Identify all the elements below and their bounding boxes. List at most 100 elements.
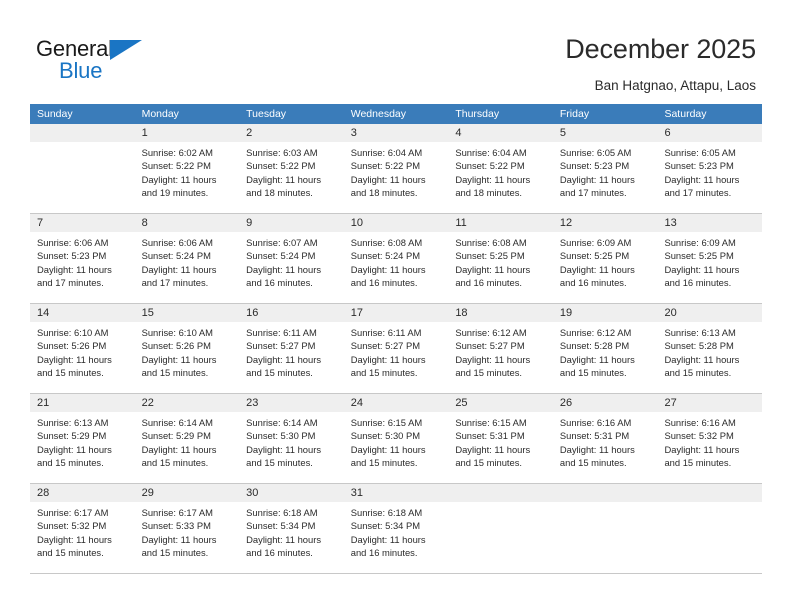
sunrise-time: Sunrise: 6:08 AM [350, 237, 423, 248]
daylight-duration-line2: and 15 minutes. [37, 456, 104, 468]
sunset-time: Sunset: 5:24 PM [350, 250, 421, 262]
sunset-time: Sunset: 5:27 PM [350, 340, 421, 352]
calendar-day-cell[interactable]: 20 Sunrise: 6:13 AM Sunset: 5:28 PM Dayligh… [657, 304, 763, 393]
general-blue-logo[interactable]: General Blue [36, 36, 196, 86]
daylight-duration-line1: Daylight: 11 hours [141, 353, 217, 365]
day-details: Sunrise: 6:10 AM Sunset: 5:26 PM Daylight:… [30, 322, 135, 385]
daylight-duration-line1: Daylight: 11 hours [664, 353, 740, 365]
calendar-day-cell[interactable]: 13 Sunrise: 6:09 AM Sunset: 5:25 PM Dayligh… [657, 214, 763, 303]
day-number: 7 [30, 214, 135, 232]
calendar-week-row: 14 Sunrise: 6:10 AM Sunset: 5:26 PM Dayligh… [30, 304, 763, 394]
calendar-day-cell[interactable]: 31 Sunrise: 6:18 AM Sunset: 5:34 PM Dayligh… [343, 484, 449, 573]
calendar-day-cell[interactable]: 6 Sunrise: 6:05 AM Sunset: 5:23 PM Daylight… [657, 124, 763, 213]
day-details: Sunrise: 6:03 AM Sunset: 5:22 PM Daylight:… [239, 142, 344, 205]
daylight-duration-line2: and 17 minutes. [664, 186, 732, 198]
calendar-day-cell[interactable]: 2 Sunrise: 6:03 AM Sunset: 5:22 PM Daylight… [239, 124, 344, 213]
calendar-day-cell[interactable]: 11 Sunrise: 6:08 AM Sunset: 5:25 PM Dayligh… [448, 214, 553, 303]
daylight-duration-line1: Daylight: 11 hours [246, 533, 322, 545]
daylight-duration-line1: Daylight: 11 hours [455, 353, 531, 365]
calendar-day-cell[interactable]: 3 Sunrise: 6:04 AM Sunset: 5:22 PM Daylight… [343, 124, 449, 213]
calendar-day-cell[interactable]: 19 Sunrise: 6:12 AM Sunset: 5:28 PM Dayligh… [552, 304, 658, 393]
sunrise-time: Sunrise: 6:17 AM [37, 507, 109, 518]
daylight-duration-line1: Daylight: 11 hours [37, 353, 112, 365]
calendar-day-cell[interactable]: 29 Sunrise: 6:17 AM Sunset: 5:33 PM Dayligh… [134, 484, 240, 573]
calendar-day-cell[interactable]: 17 Sunrise: 6:11 AM Sunset: 5:27 PM Dayligh… [343, 304, 449, 393]
day-details: Sunrise: 6:17 AM Sunset: 5:32 PM Daylight:… [30, 502, 135, 565]
day-details [30, 142, 135, 152]
day-details: Sunrise: 6:08 AM Sunset: 5:25 PM Daylight:… [448, 232, 553, 295]
day-details: Sunrise: 6:09 AM Sunset: 5:25 PM Daylight:… [657, 232, 762, 295]
calendar-day-cell[interactable]: 1 Sunrise: 6:02 AM Sunset: 5:22 PM Daylight… [134, 124, 240, 213]
day-details: Sunrise: 6:16 AM Sunset: 5:32 PM Daylight:… [657, 412, 762, 475]
daylight-duration-line2: and 16 minutes. [664, 276, 732, 288]
daylight-duration-line2: and 19 minutes. [141, 186, 209, 198]
day-number: 14 [30, 304, 135, 322]
calendar-day-cell[interactable]: 25 Sunrise: 6:15 AM Sunset: 5:31 PM Dayligh… [448, 394, 553, 483]
day-details [448, 502, 553, 512]
day-number: 3 [343, 124, 449, 142]
sunrise-time: Sunrise: 6:03 AM [246, 147, 318, 158]
day-number: 15 [134, 304, 240, 322]
daylight-duration-line2: and 18 minutes. [455, 186, 523, 198]
calendar-day-cell[interactable]: 8 Sunrise: 6:06 AM Sunset: 5:24 PM Daylight… [134, 214, 240, 303]
sunset-time: Sunset: 5:23 PM [664, 160, 734, 172]
calendar-day-cell[interactable]: 14 Sunrise: 6:10 AM Sunset: 5:26 PM Dayligh… [30, 304, 135, 393]
calendar-day-cell[interactable]: 18 Sunrise: 6:12 AM Sunset: 5:27 PM Dayligh… [448, 304, 553, 393]
calendar-day-cell[interactable]: 22 Sunrise: 6:14 AM Sunset: 5:29 PM Dayligh… [134, 394, 240, 483]
calendar-day-cell[interactable]: 5 Sunrise: 6:05 AM Sunset: 5:23 PM Daylight… [552, 124, 658, 213]
calendar-day-cell[interactable]: 21 Sunrise: 6:13 AM Sunset: 5:29 PM Dayligh… [30, 394, 135, 483]
sunrise-time: Sunrise: 6:11 AM [350, 327, 422, 338]
sunrise-time: Sunrise: 6:14 AM [141, 417, 213, 428]
day-details: Sunrise: 6:10 AM Sunset: 5:26 PM Daylight:… [135, 322, 240, 385]
daylight-duration-line1: Daylight: 11 hours [141, 533, 217, 545]
day-details: Sunrise: 6:18 AM Sunset: 5:34 PM Daylight:… [344, 502, 449, 565]
day-number [552, 484, 658, 502]
calendar-day-cell[interactable]: 7 Sunrise: 6:06 AM Sunset: 5:23 PM Daylight… [30, 214, 135, 303]
calendar-day-cell[interactable]: 30 Sunrise: 6:18 AM Sunset: 5:34 PM Dayligh… [239, 484, 344, 573]
blue-triangle-icon [110, 40, 142, 60]
day-number: 12 [552, 214, 658, 232]
sunrise-time: Sunrise: 6:05 AM [664, 147, 736, 158]
sunrise-time: Sunrise: 6:05 AM [559, 147, 632, 158]
day-number: 30 [239, 484, 344, 502]
day-number: 10 [343, 214, 449, 232]
calendar-day-cell[interactable]: 16 Sunrise: 6:11 AM Sunset: 5:27 PM Dayligh… [239, 304, 344, 393]
calendar-day-cell[interactable]: 9 Sunrise: 6:07 AM Sunset: 5:24 PM Daylight… [239, 214, 344, 303]
sunrise-time: Sunrise: 6:15 AM [350, 417, 423, 428]
day-details: Sunrise: 6:11 AM Sunset: 5:27 PM Daylight:… [344, 322, 449, 385]
calendar-day-cell[interactable]: 27 Sunrise: 6:16 AM Sunset: 5:32 PM Dayligh… [657, 394, 763, 483]
weekday-header-wednesday: Wednesday [350, 108, 406, 120]
sunrise-time: Sunrise: 6:09 AM [559, 237, 632, 248]
day-details: Sunrise: 6:15 AM Sunset: 5:30 PM Daylight:… [344, 412, 449, 475]
daylight-duration-line2: and 15 minutes. [141, 546, 209, 558]
calendar-day-cell-empty [448, 484, 553, 573]
calendar-day-cell[interactable]: 28 Sunrise: 6:17 AM Sunset: 5:32 PM Dayligh… [30, 484, 135, 573]
daylight-duration-line2: and 15 minutes. [350, 456, 418, 468]
sunset-time: Sunset: 5:27 PM [455, 340, 525, 352]
calendar-day-cell[interactable]: 26 Sunrise: 6:16 AM Sunset: 5:31 PM Dayligh… [552, 394, 658, 483]
daylight-duration-line1: Daylight: 11 hours [664, 443, 740, 455]
sunrise-time: Sunrise: 6:12 AM [559, 327, 632, 338]
calendar-day-cell[interactable]: 24 Sunrise: 6:15 AM Sunset: 5:30 PM Dayligh… [343, 394, 449, 483]
daylight-duration-line1: Daylight: 11 hours [455, 443, 531, 455]
calendar-day-cell[interactable]: 15 Sunrise: 6:10 AM Sunset: 5:26 PM Dayligh… [134, 304, 240, 393]
calendar-day-cell-empty [552, 484, 658, 573]
calendar-day-cell-empty [30, 124, 135, 213]
weekday-header-thursday: Thursday [455, 108, 500, 120]
calendar-day-cell[interactable]: 23 Sunrise: 6:14 AM Sunset: 5:30 PM Dayligh… [239, 394, 344, 483]
daylight-duration-line2: and 15 minutes. [664, 456, 732, 468]
page-subtitle: Ban Hatgnao, Attapu, Laos [594, 78, 756, 93]
daylight-duration-line1: Daylight: 11 hours [141, 443, 217, 455]
day-details: Sunrise: 6:02 AM Sunset: 5:22 PM Daylight:… [135, 142, 240, 205]
day-number [448, 484, 553, 502]
calendar-day-cell[interactable]: 4 Sunrise: 6:04 AM Sunset: 5:22 PM Daylight… [448, 124, 553, 213]
sunset-time: Sunset: 5:32 PM [664, 430, 734, 442]
day-details: Sunrise: 6:17 AM Sunset: 5:33 PM Daylight:… [135, 502, 240, 565]
daylight-duration-line2: and 15 minutes. [559, 366, 627, 378]
day-details: Sunrise: 6:05 AM Sunset: 5:23 PM Daylight:… [657, 142, 762, 205]
sunset-time: Sunset: 5:25 PM [455, 250, 525, 262]
day-number: 17 [343, 304, 449, 322]
calendar-day-cell[interactable]: 10 Sunrise: 6:08 AM Sunset: 5:24 PM Dayligh… [343, 214, 449, 303]
calendar-day-cell[interactable]: 12 Sunrise: 6:09 AM Sunset: 5:25 PM Dayligh… [552, 214, 658, 303]
day-number: 18 [448, 304, 553, 322]
